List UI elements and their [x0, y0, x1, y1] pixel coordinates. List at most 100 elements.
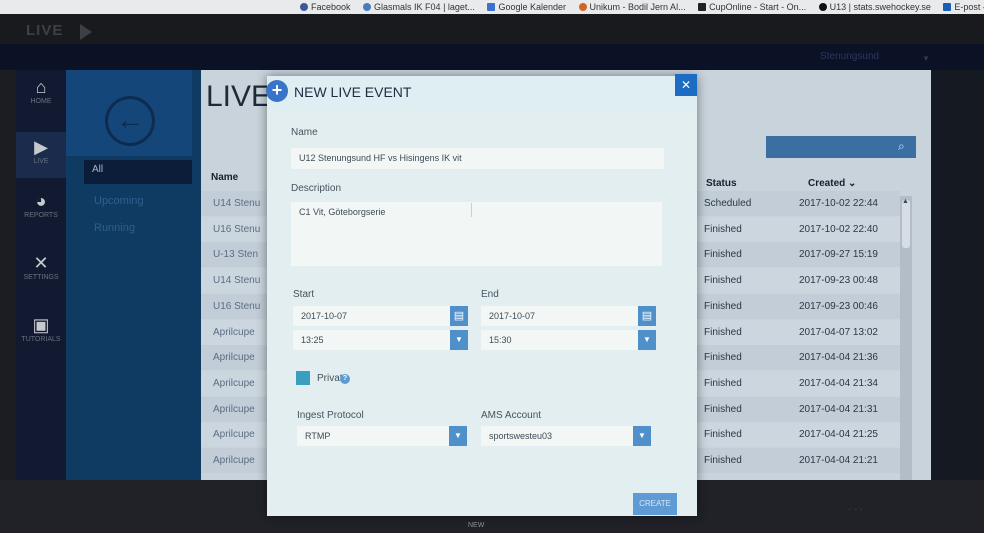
cell-name: U16 Stenu: [213, 300, 261, 312]
ams-account-label: AMS Account: [481, 410, 542, 421]
cell-name: Aprilcupe: [213, 455, 255, 466]
bookmark-item[interactable]: CupOnline - Start - On...: [698, 0, 806, 14]
cell-name: Aprilcupe: [213, 403, 255, 415]
cell-name: Aprilcupe: [213, 429, 255, 441]
end-date-field[interactable]: 2017-10-07: [481, 306, 638, 326]
bookmark-item[interactable]: Glasmals IK F04 | laget...: [363, 0, 475, 14]
ingest-protocol-select[interactable]: RTMP: [297, 426, 449, 446]
cell-created: 2017-09-27 15:19: [799, 249, 878, 261]
cell-status: Scheduled: [704, 198, 752, 209]
cell-name: U16 Stenu: [213, 223, 261, 235]
tutorials-icon: ▣: [32, 315, 50, 335]
filter-upcoming[interactable]: Upcoming: [94, 195, 144, 207]
search-input[interactable]: [766, 136, 916, 158]
rail-item-home[interactable]: ⌂ HOME: [16, 76, 66, 105]
chevron-down-icon[interactable]: ▼: [633, 426, 651, 446]
end-label: End: [481, 289, 499, 300]
settings-tools-icon: ✕: [33, 253, 49, 273]
cuponline-icon: [698, 3, 707, 11]
column-header-created[interactable]: Created ⌄: [808, 178, 856, 189]
cell-status: Finished: [704, 455, 742, 466]
facebook-icon: [300, 3, 308, 11]
bookmark-item[interactable]: Google Kalender: [487, 0, 566, 14]
cell-created: 2017-04-04 21:25: [799, 429, 878, 441]
search-icon[interactable]: ⌕: [898, 139, 905, 154]
page-title: LIVE: [206, 80, 272, 113]
create-button[interactable]: CREATE: [633, 493, 677, 515]
cell-created: 2017-04-04 21:31: [799, 403, 878, 415]
cell-created: 2017-04-04 21:34: [799, 377, 878, 389]
scroll-up-icon[interactable]: ▲: [902, 198, 909, 205]
cell-status: Finished: [704, 377, 742, 389]
calendar-icon[interactable]: ▤: [450, 306, 468, 326]
cell-status: Finished: [704, 326, 742, 338]
back-arrow-icon[interactable]: ←: [105, 96, 155, 146]
chevron-down-icon[interactable]: ▼: [450, 330, 468, 350]
cell-name: Aprilcupe: [213, 352, 255, 364]
bookmarks-bar: Facebook Glasmals IK F04 | laget... Goog…: [0, 0, 984, 14]
right-strip: [931, 70, 984, 480]
bookmark-item[interactable]: U13 | stats.swehockey.se: [818, 0, 931, 14]
close-icon[interactable]: ✕: [675, 74, 697, 96]
start-date-field[interactable]: 2017-10-07: [293, 306, 450, 326]
cell-status: Finished: [704, 275, 742, 287]
rail-item-settings[interactable]: ✕ SETTINGS: [16, 252, 66, 281]
description-label: Description: [291, 183, 342, 194]
plus-icon: +: [266, 80, 288, 102]
name-label: Name: [291, 127, 318, 138]
scrollbar-thumb[interactable]: [902, 200, 910, 248]
cell-created: 2017-04-07 13:02: [799, 326, 878, 338]
bottom-controls-icon: ◦ ◦ ◦: [848, 504, 863, 514]
live-camera-icon: ▶: [34, 137, 48, 157]
filter-running[interactable]: Running: [94, 222, 135, 234]
cell-status: Finished: [704, 429, 742, 441]
calendar-icon: [487, 3, 496, 11]
outlook-icon: [943, 3, 952, 11]
ams-account-select[interactable]: sportswesteu03: [481, 426, 633, 446]
cell-created: 2017-09-23 00:48: [799, 275, 878, 287]
new-button[interactable]: NEW: [468, 522, 484, 529]
rail-item-reports[interactable]: ◕ REPORTS: [16, 190, 66, 219]
organization-select[interactable]: Stenungsund: [820, 46, 930, 68]
reports-icon: ◕: [35, 191, 47, 211]
dialog-title: NEW LIVE EVENT: [294, 84, 412, 100]
unikum-icon: [578, 3, 587, 11]
cell-created: 2017-04-04 21:36: [799, 352, 878, 364]
column-header-status[interactable]: Status: [706, 178, 737, 189]
cell-status: Finished: [704, 223, 742, 235]
app-topbar: [0, 14, 984, 44]
home-icon: ⌂: [35, 77, 47, 97]
start-time-field[interactable]: 13:25: [293, 330, 450, 350]
cell-name: Aprilcupe: [213, 377, 255, 389]
app-brand: LIVE: [26, 22, 64, 39]
text-cursor: [471, 203, 472, 217]
column-header-name[interactable]: Name: [211, 172, 238, 183]
rail-item-tutorials[interactable]: ▣ TUTORIALS: [16, 314, 66, 343]
brand-play-icon: [80, 24, 92, 40]
cell-created: 2017-10-02 22:40: [799, 223, 878, 235]
name-field[interactable]: U12 Stenungsund HF vs Hisingens IK vit: [291, 148, 664, 169]
ingest-protocol-label: Ingest Protocol: [297, 410, 364, 421]
cell-name: U14 Stenu: [213, 198, 261, 209]
chevron-down-icon[interactable]: ▼: [638, 330, 656, 350]
bookmark-item[interactable]: Facebook: [300, 0, 351, 14]
help-icon[interactable]: ?: [340, 374, 350, 384]
description-field[interactable]: C1 Vit, Göteborgserie: [291, 202, 662, 266]
bookmark-icon: [363, 3, 372, 11]
calendar-icon[interactable]: ▤: [638, 306, 656, 326]
chevron-down-icon[interactable]: ▼: [922, 54, 930, 63]
rail-item-live[interactable]: ▶ LIVE: [16, 132, 66, 178]
bookmark-item[interactable]: E-post – Bodil Je: [943, 0, 984, 14]
chevron-down-icon[interactable]: ▼: [449, 426, 467, 446]
cell-name: U-13 Sten: [213, 249, 259, 261]
private-checkbox[interactable]: [296, 371, 310, 385]
end-time-field[interactable]: 15:30: [481, 330, 638, 350]
swehockey-icon: [818, 3, 827, 11]
filter-all[interactable]: All: [84, 160, 192, 184]
cell-status: Finished: [704, 352, 742, 364]
cell-name: U14 Stenu: [213, 275, 261, 287]
cell-status: Finished: [704, 403, 742, 415]
cell-created: 2017-09-23 00:46: [799, 300, 878, 312]
cell-created: 2017-10-02 22:44: [799, 198, 878, 209]
bookmark-item[interactable]: Unikum - Bodil Jern Al...: [578, 0, 686, 14]
